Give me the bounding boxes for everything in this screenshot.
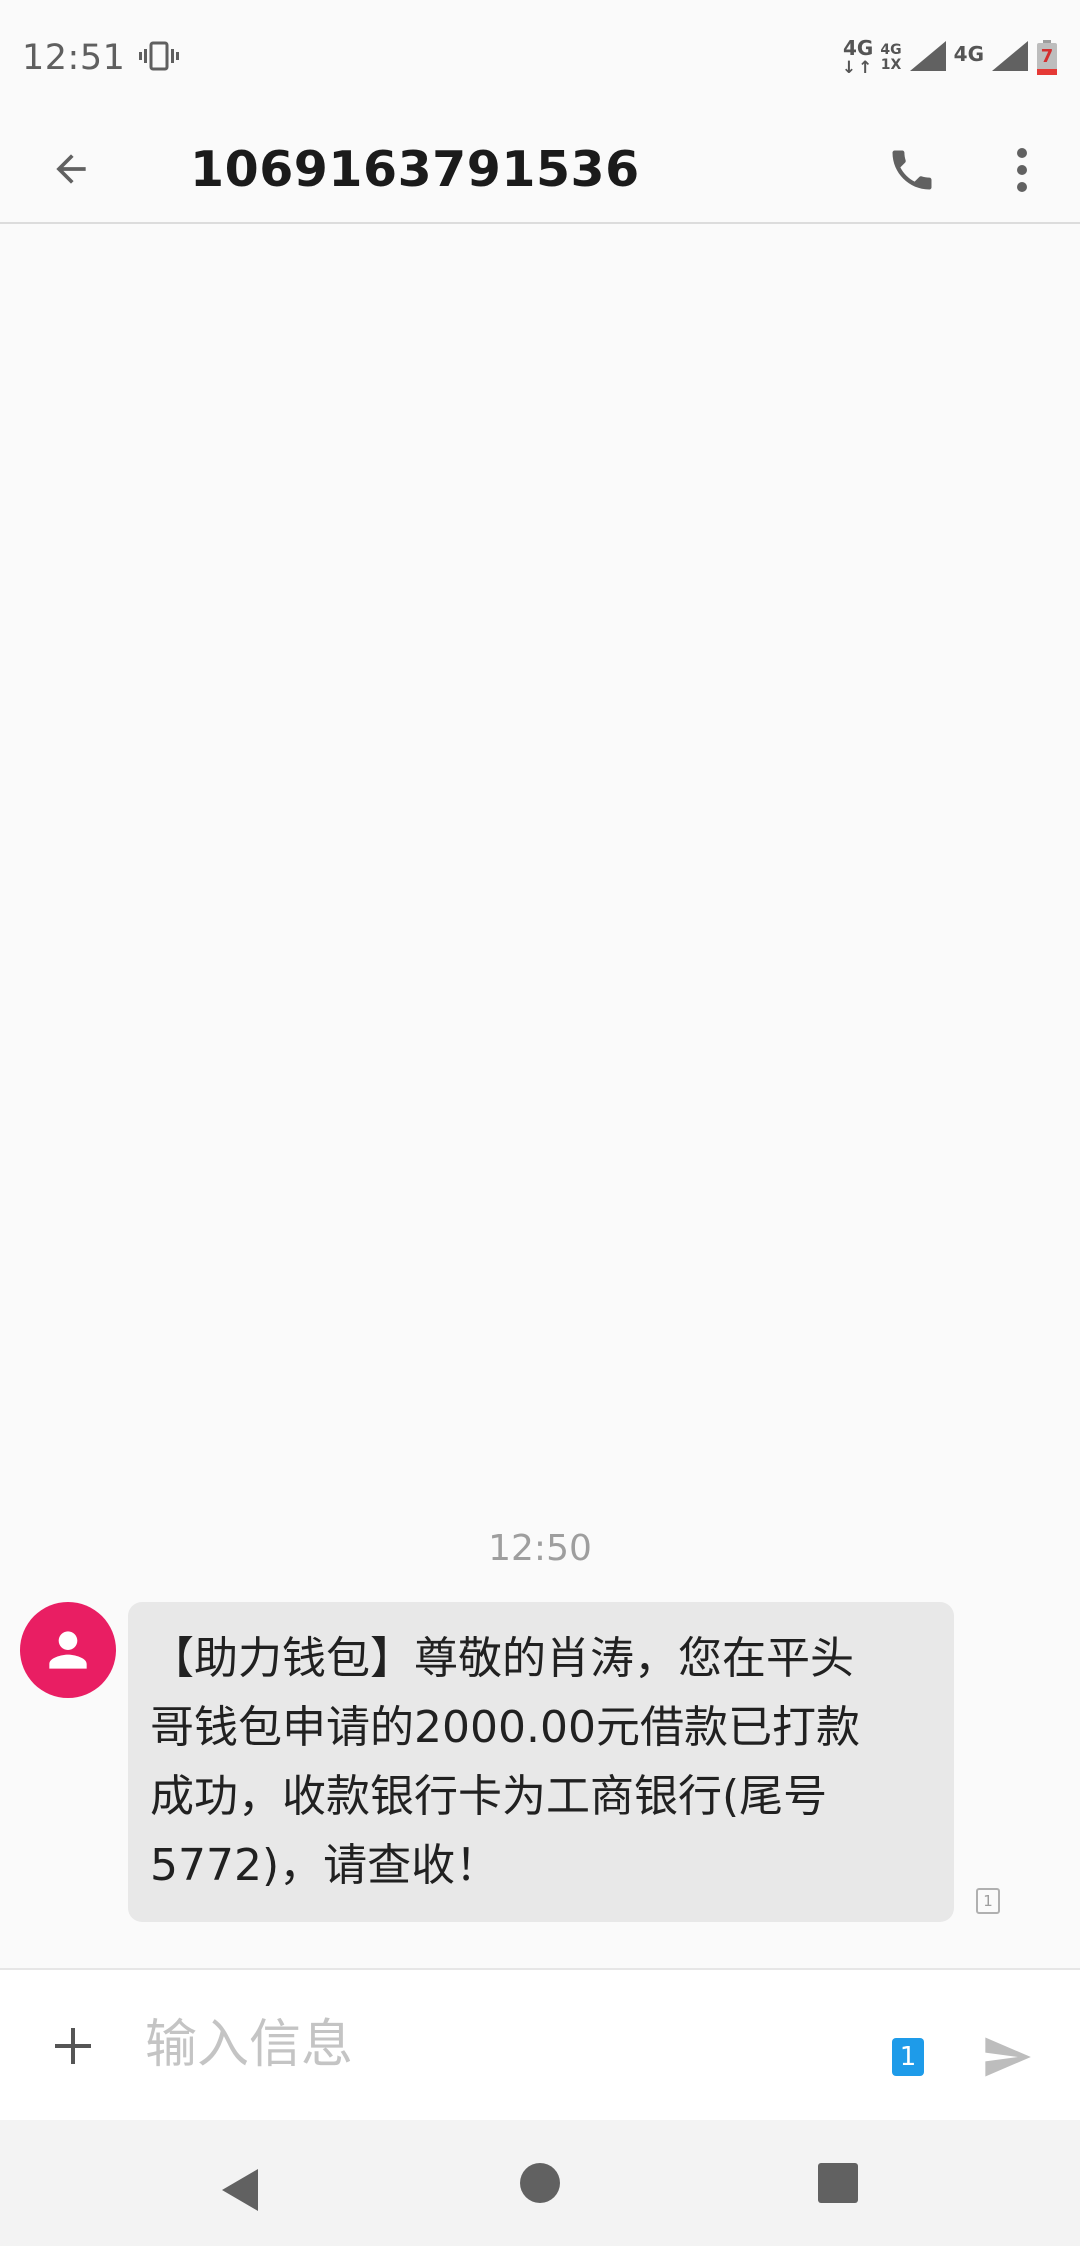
message-line-3: 成功，收款银行卡为工商银行(尾号 [150,1771,828,1822]
send-icon [985,2037,1031,2077]
phone-icon [892,150,932,190]
contact-avatar[interactable] [20,1602,116,1698]
message-line-4: 5772)，请查收！ [150,1840,500,1891]
sim-select-button[interactable]: 1 [892,2038,924,2076]
sim-card-icon: 1 [976,1888,1000,1914]
message-timestamp: 12:50 [488,1528,592,1569]
status-left: 12:51 [22,38,180,78]
vibrate-icon [139,40,180,76]
nav-recents-button[interactable] [818,2163,858,2203]
messaging-screen: 12:51 4G ↓↑ 4G 1X 4G 7 1069163791536 12:… [0,0,1080,2246]
person-icon [49,1631,87,1669]
network-indicator-1: 4G ↓↑ [842,38,875,78]
message-bubble[interactable]: 【助力钱包】尊敬的肖涛，您在平头 哥钱包申请的2000.00元借款已打款 成功，… [128,1602,954,1922]
message-line-2: 哥钱包申请的2000.00元借款已打款 [150,1702,860,1753]
message-line-1: 【助力钱包】尊敬的肖涛，您在平头 [150,1633,854,1684]
triangle-back-icon [222,2169,258,2211]
back-button[interactable] [16,115,126,223]
send-button[interactable] [972,2022,1042,2092]
status-time: 12:51 [22,38,126,78]
add-attachment-button[interactable] [38,1970,108,2122]
plus-icon [55,2028,91,2064]
battery-level: 7 [1040,46,1054,67]
network-label-2-bottom: 1X [880,57,902,73]
system-nav-bar [0,2120,1080,2246]
call-button[interactable] [872,116,952,224]
sim-number: 1 [983,1892,993,1910]
network-indicator-2: 4G 1X [880,43,901,73]
data-arrows-icon: ↓↑ [841,58,875,78]
more-options-button[interactable] [992,116,1052,224]
network-label-1: 4G [843,36,874,60]
network-indicator-3: 4G [954,44,984,64]
signal-icon-2 [990,39,1030,77]
nav-back-button[interactable] [210,2160,270,2220]
status-bar: 12:51 4G ↓↑ 4G 1X 4G 7 [0,0,1080,116]
nav-home-button[interactable] [520,2163,560,2203]
message-input[interactable] [145,2010,845,2080]
app-bar: 1069163791536 [0,116,1080,224]
more-vert-icon [1017,148,1027,192]
signal-icon-1 [908,39,948,77]
network-label-2-top: 4G [880,42,902,58]
arrow-back-icon [56,154,86,184]
status-right: 4G ↓↑ 4G 1X 4G 7 [842,38,1058,78]
conversation-title: 1069163791536 [190,140,640,198]
sim-select-label: 1 [899,2042,917,2072]
battery-icon: 7 [1036,40,1058,76]
network-label-3: 4G [953,42,984,66]
